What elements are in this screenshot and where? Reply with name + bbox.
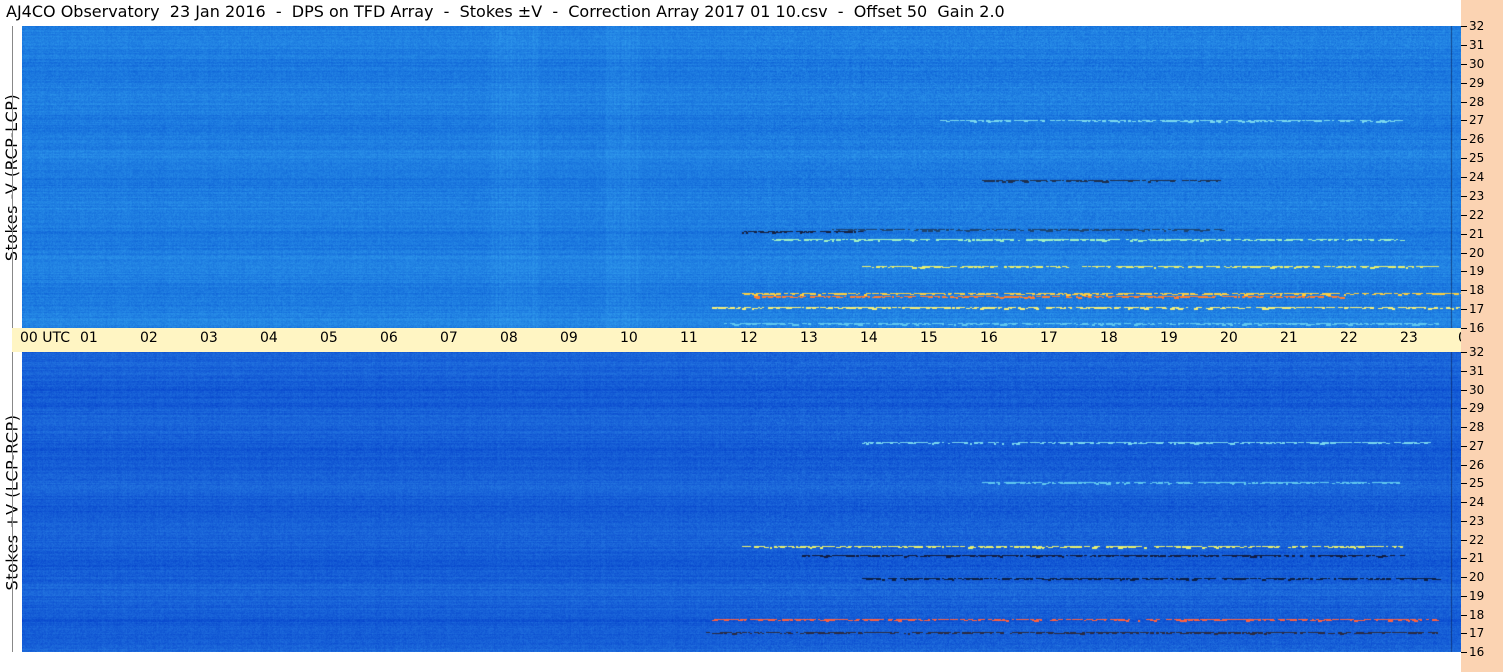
frequency-tick-label: 18 (1460, 283, 1485, 298)
frequency-tick-label: 21 (1460, 551, 1485, 566)
time-tick-label: 17 (1040, 330, 1058, 346)
frequency-tick-label: 32 (1460, 19, 1485, 33)
frequency-tick-label: 27 (1460, 438, 1485, 453)
frequency-tick-label: 16 (1460, 645, 1485, 659)
frequency-tick-label: 23 (1460, 513, 1485, 528)
time-tick-label: 03 (200, 330, 218, 346)
frequency-tick-label: 18 (1460, 607, 1485, 622)
frequency-tick-label: 16 (1460, 321, 1485, 335)
frequency-tick-label: 32 (1460, 345, 1485, 359)
frequency-tick-label: 25 (1460, 476, 1485, 491)
frequency-tick-label: 28 (1460, 94, 1485, 109)
time-tick-label: 20 (1220, 330, 1238, 346)
time-tick-label: 16 (980, 330, 998, 346)
frequency-tick-label: 20 (1460, 245, 1485, 260)
time-tick-label: 13 (800, 330, 818, 346)
time-tick-label: 11 (680, 330, 698, 346)
frequency-tick-label: 29 (1460, 75, 1485, 90)
frequency-tick-label: 26 (1460, 457, 1485, 472)
stokes-minus-v-spectrogram (22, 26, 1461, 328)
frequency-tick-label: 26 (1460, 132, 1485, 147)
time-axis: 00 UTC 01 02 03 04 05 06 07 08 09 10 11 12 13 14 15 16 17… (12, 328, 1503, 352)
time-tick-label: 01 (80, 330, 98, 346)
time-tick-label: 09 (560, 330, 578, 346)
frequency-tick-label: 24 (1460, 170, 1485, 184)
time-tick-label: 15 (920, 330, 938, 346)
frequency-tick-label: 17 (1460, 626, 1485, 641)
time-tick-label: 19 (1160, 330, 1178, 346)
frequency-tick-label: 22 (1460, 532, 1485, 547)
time-tick-label: 00 UTC (20, 330, 71, 346)
time-tick-label: 07 (440, 330, 458, 346)
frequency-tick-label: 21 (1460, 226, 1485, 241)
frequency-tick-label: 31 (1460, 37, 1485, 52)
frequency-tick-label: 31 (1460, 363, 1485, 378)
time-tick-label: 10 (620, 330, 638, 346)
time-tick-label: 23 (1400, 330, 1418, 346)
time-tick-label: 02 (140, 330, 158, 346)
stokes-plus-v-spectrogram (22, 352, 1461, 652)
time-tick-label: 22 (1340, 330, 1358, 346)
time-tick-label: 04 (260, 330, 278, 346)
time-tick-label: 21 (1280, 330, 1298, 346)
frequency-tick-label: 30 (1460, 382, 1485, 397)
frequency-tick-label: 17 (1460, 302, 1485, 317)
time-tick-label: 05 (320, 330, 338, 346)
frequency-tick-label: 24 (1460, 495, 1485, 509)
frequency-tick-label: 20 (1460, 570, 1485, 584)
time-tick-label: 14 (860, 330, 878, 346)
frequency-tick-label: 29 (1460, 401, 1485, 416)
time-tick-label: 06 (380, 330, 398, 346)
frequency-tick-label: 19 (1460, 588, 1485, 603)
chart-title: AJ4CO Observatory 23 Jan 2016 - DPS on T… (6, 2, 1005, 21)
time-tick-label: 18 (1100, 330, 1118, 346)
frequency-tick-label: 19 (1460, 264, 1485, 279)
frequency-tick-label: 23 (1460, 188, 1485, 203)
frequency-tick-label: 22 (1460, 207, 1485, 222)
time-tick-label: 08 (500, 330, 518, 346)
frequency-tick-label: 30 (1460, 56, 1485, 71)
frequency-tick-label: 28 (1460, 420, 1485, 434)
frequency-tick-label: 27 (1460, 113, 1485, 128)
frequency-tick-label: 25 (1460, 151, 1485, 166)
time-tick-label: 12 (740, 330, 758, 346)
